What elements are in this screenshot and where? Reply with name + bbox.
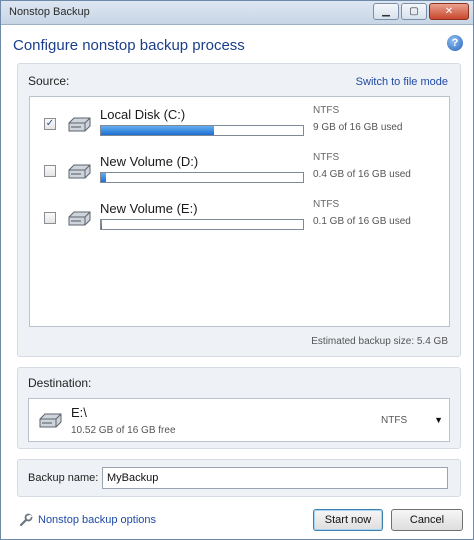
disk-checkbox-c[interactable]: ✓ [44,118,56,130]
disk-filesystem: NTFS [313,199,340,210]
disk-usage-text: 0.1 GB of 16 GB used [313,216,411,227]
cancel-button[interactable]: Cancel [391,509,463,531]
dialog-header: Configure nonstop backup process ? [1,25,473,63]
disk-name: New Volume (D:) [100,154,199,169]
switch-to-file-mode-link[interactable]: Switch to file mode [356,76,448,88]
window-title: Nonstop Backup [9,6,90,18]
source-label: Source: [28,74,70,88]
hard-drive-icon [68,211,91,226]
destination-panel: Destination: E:\ 10.52 GB of 16 GB free … [17,367,461,449]
title-bar[interactable]: Nonstop Backup ▁ ▢ ✕ [1,1,473,25]
page-title: Configure nonstop backup process [13,37,245,54]
hard-drive-icon [68,117,91,132]
backup-name-input[interactable] [102,467,448,489]
close-button[interactable]: ✕ [429,3,469,20]
disk-usage-bar [100,219,304,230]
hard-drive-icon [39,413,62,428]
disk-list: ✓ Local Disk (C:) NTFS 9 GB of 16 GB use… [29,96,450,327]
maximize-button[interactable]: ▢ [401,3,427,20]
destination-label: Destination: [28,376,92,390]
estimated-backup-size: Estimated backup size: 5.4 GB [311,336,448,347]
source-panel: Source: Switch to file mode ✓ Local Disk… [17,63,461,357]
disk-row-d[interactable]: New Volume (D:) NTFS 0.4 GB of 16 GB use… [30,152,449,198]
disk-name: Local Disk (C:) [100,107,186,122]
help-icon[interactable]: ? [447,35,463,51]
destination-path: E:\ [71,405,87,420]
dialog-footer: Nonstop backup options Start now Cancel [1,501,473,539]
minimize-button[interactable]: ▁ [373,3,399,20]
disk-row-e[interactable]: New Volume (E:) NTFS 0.1 GB of 16 GB use… [30,199,449,245]
destination-free-space: 10.52 GB of 16 GB free [71,425,176,436]
disk-checkbox-d[interactable] [44,165,56,177]
nonstop-backup-options-link[interactable]: Nonstop backup options [19,513,156,527]
options-link-label: Nonstop backup options [38,514,157,526]
disk-usage-bar [100,125,304,136]
backup-name-label: Backup name: [28,472,99,484]
disk-filesystem: NTFS [313,105,340,116]
disk-filesystem: NTFS [313,152,340,163]
chevron-down-icon[interactable]: ▼ [434,415,443,425]
start-now-button[interactable]: Start now [313,509,383,531]
disk-name: New Volume (E:) [100,201,198,216]
backup-name-panel: Backup name: [17,459,461,497]
disk-usage-text: 0.4 GB of 16 GB used [313,169,411,180]
disk-checkbox-e[interactable] [44,212,56,224]
nonstop-backup-window: Nonstop Backup ▁ ▢ ✕ Configure nonstop b… [0,0,474,540]
destination-dropdown[interactable]: E:\ 10.52 GB of 16 GB free NTFS ▼ [28,398,450,442]
disk-usage-text: 9 GB of 16 GB used [313,122,403,133]
disk-usage-bar [100,172,304,183]
hard-drive-icon [68,164,91,179]
destination-filesystem: NTFS [381,415,408,426]
wrench-icon [19,513,33,527]
disk-row-c[interactable]: ✓ Local Disk (C:) NTFS 9 GB of 16 GB use… [30,105,449,151]
window-controls: ▁ ▢ ✕ [373,3,469,20]
